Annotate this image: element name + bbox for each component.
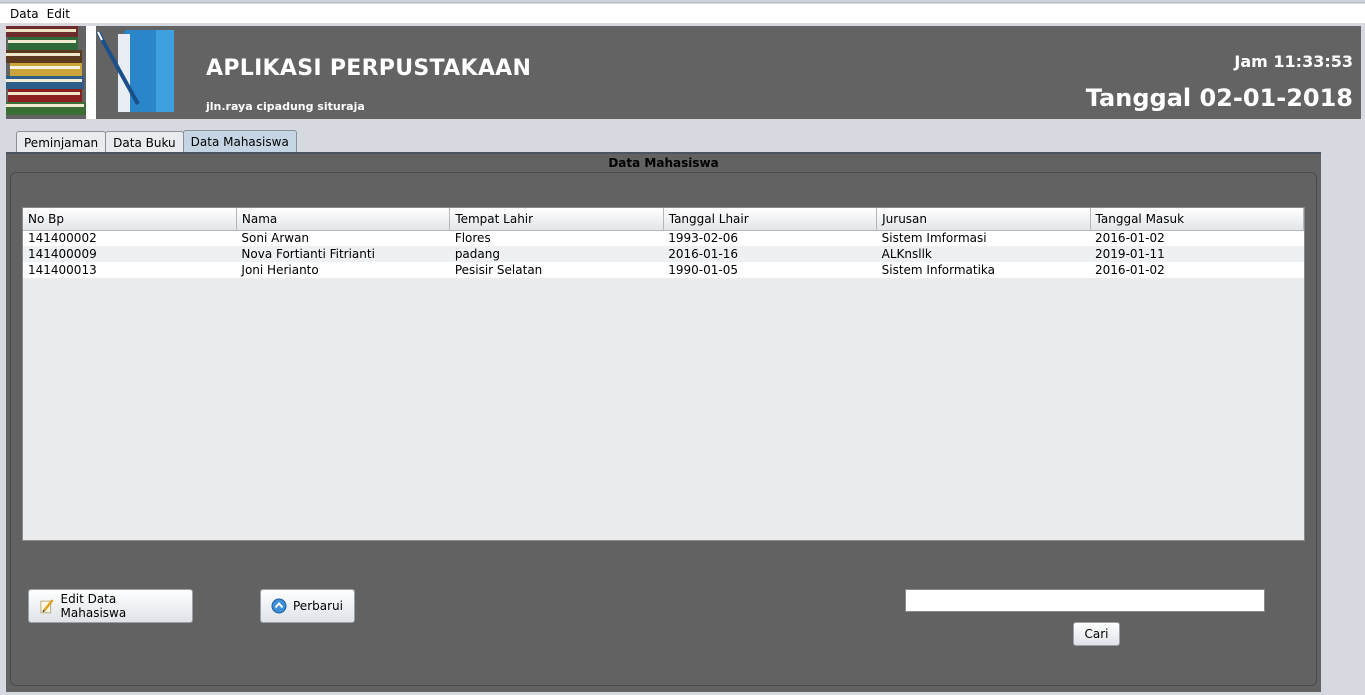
table-cell[interactable]: Flores: [449, 230, 664, 246]
window-top-border: [0, 0, 1365, 3]
menu-bar: Data Edit: [0, 4, 1365, 24]
column-header-nama[interactable]: Nama: [236, 208, 451, 231]
table-cell[interactable]: ALKnsllk: [876, 246, 1091, 262]
table-cell[interactable]: 1993-02-06: [663, 230, 877, 246]
table-row[interactable]: 141400002 Soni Arwan Flores 1993-02-06 S…: [23, 230, 1304, 246]
tab-data-buku[interactable]: Data Buku: [105, 131, 184, 153]
tab-bar: Peminjaman Data Buku Data Mahasiswa: [16, 130, 297, 153]
table-row[interactable]: 141400009 Nova Fortianti Fitrianti padan…: [23, 246, 1304, 262]
app-banner: APLIKASI PERPUSTAKAAN jln.raya cipadung …: [6, 26, 1361, 119]
refresh-icon: [271, 598, 287, 614]
tab-peminjaman[interactable]: Peminjaman: [16, 131, 107, 153]
student-table-scrollpane[interactable]: No Bp Nama Tempat Lahir Tanggal Lhair Ju…: [22, 207, 1305, 541]
perbarui-button-label: Perbarui: [293, 599, 343, 613]
app-title: APLIKASI PERPUSTAKAAN: [206, 56, 532, 81]
cari-button[interactable]: Cari: [1073, 622, 1120, 646]
table-cell[interactable]: Joni Herianto: [236, 262, 450, 278]
table-cell[interactable]: 141400002: [23, 230, 237, 246]
perbarui-button[interactable]: Perbarui: [260, 589, 355, 623]
column-header-tempat-lahir[interactable]: Tempat Lahir: [449, 208, 664, 231]
edit-data-mahasiswa-button[interactable]: Edit Data Mahasiswa: [28, 589, 193, 623]
table-cell[interactable]: 2016-01-02: [1090, 262, 1304, 278]
menu-edit[interactable]: Edit: [43, 7, 74, 21]
table-cell[interactable]: Sistem Imformasi: [876, 230, 1091, 246]
table-cell[interactable]: padang: [449, 246, 664, 262]
panel-title: Data Mahasiswa: [608, 156, 719, 170]
search-input[interactable]: [905, 589, 1265, 612]
student-table: No Bp Nama Tempat Lahir Tanggal Lhair Ju…: [23, 208, 1305, 278]
edit-pencil-icon: [40, 599, 54, 614]
tab-data-mahasiswa[interactable]: Data Mahasiswa: [182, 130, 297, 153]
app-address: jln.raya cipadung situraja: [206, 100, 365, 113]
table-cell[interactable]: 1990-01-05: [663, 262, 877, 278]
table-cell[interactable]: Sistem Informatika: [876, 262, 1091, 278]
table-header-row: No Bp Nama Tempat Lahir Tanggal Lhair Ju…: [23, 208, 1305, 231]
column-header-no-bp[interactable]: No Bp: [23, 208, 237, 231]
date-display: Tanggal 02-01-2018: [1085, 84, 1353, 112]
table-cell[interactable]: Pesisir Selatan: [449, 262, 664, 278]
edit-button-label: Edit Data Mahasiswa: [60, 592, 127, 620]
column-header-tanggal-masuk[interactable]: Tanggal Masuk: [1090, 208, 1305, 231]
column-header-tanggal-lahir[interactable]: Tanggal Lhair: [663, 208, 878, 231]
column-header-jurusan[interactable]: Jurusan: [876, 208, 1091, 231]
library-logo-icon: [6, 26, 196, 119]
table-cell[interactable]: 141400013: [23, 262, 237, 278]
table-cell[interactable]: 2019-01-11: [1090, 246, 1304, 262]
table-cell[interactable]: 141400009: [23, 246, 237, 262]
table-cell[interactable]: 2016-01-02: [1090, 230, 1304, 246]
table-row[interactable]: 141400013 Joni Herianto Pesisir Selatan …: [23, 262, 1304, 278]
menu-data[interactable]: Data: [6, 7, 43, 21]
table-cell[interactable]: Nova Fortianti Fitrianti: [236, 246, 450, 262]
table-cell[interactable]: Soni Arwan: [236, 230, 450, 246]
clock-display: Jam 11:33:53: [1234, 52, 1353, 71]
table-cell[interactable]: 2016-01-16: [663, 246, 877, 262]
